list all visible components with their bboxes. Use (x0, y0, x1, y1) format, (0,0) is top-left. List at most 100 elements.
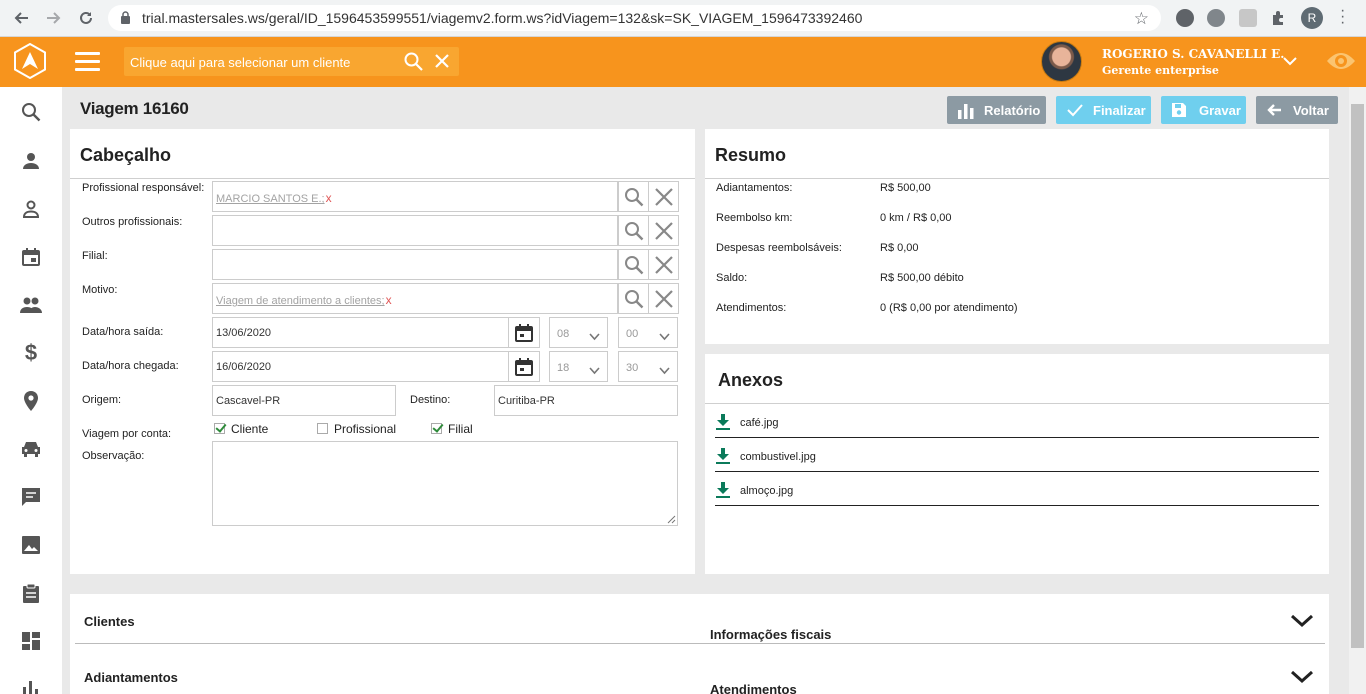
car-icon[interactable] (20, 438, 42, 460)
eye-icon[interactable] (1326, 50, 1356, 77)
extension-icon[interactable] (1176, 9, 1194, 27)
despesas-value: R$ 0,00 (880, 242, 919, 254)
image-icon[interactable] (20, 534, 42, 556)
search-icon[interactable] (618, 215, 649, 246)
adiantamentos-label: Adiantamentos: (716, 182, 793, 194)
dashboard-icon[interactable] (20, 630, 42, 652)
voltar-label: Voltar (1293, 102, 1329, 118)
close-icon[interactable] (648, 215, 679, 246)
address-bar[interactable]: trial.mastersales.ws/geral/ID_1596453599… (108, 5, 1161, 31)
profissional-checkbox[interactable] (317, 423, 328, 434)
chegada-date-input[interactable]: 16/06/2020 (212, 351, 509, 382)
dollar-icon[interactable]: $ (20, 340, 42, 365)
calendar-icon[interactable] (508, 351, 540, 382)
saida-hour-select[interactable]: 08 (549, 317, 608, 348)
finalizar-label: Finalizar (1093, 102, 1146, 118)
saldo-value: R$ 500,00 débito (880, 272, 964, 284)
search-icon[interactable] (618, 283, 649, 314)
search-icon[interactable] (618, 249, 649, 280)
destino-value: Curitiba-PR (498, 395, 555, 407)
chevron-down-icon[interactable] (1290, 614, 1314, 633)
motivo-field[interactable]: Viagem de atendimento a clientes;x (212, 283, 618, 314)
bar-chart-icon[interactable] (20, 676, 42, 694)
gravar-button[interactable]: Gravar (1161, 96, 1246, 124)
search-icon[interactable] (404, 52, 423, 76)
saida-min-value: 00 (626, 328, 639, 340)
extension-icon[interactable] (1207, 9, 1225, 27)
destino-input[interactable]: Curitiba-PR (494, 385, 678, 416)
voltar-button[interactable]: Voltar (1256, 96, 1338, 124)
observacao-textarea[interactable] (212, 441, 678, 526)
profile-avatar[interactable]: R (1301, 7, 1323, 29)
saida-date-input[interactable]: 13/06/2020 (212, 317, 509, 348)
search-icon[interactable] (20, 101, 42, 123)
close-icon[interactable] (648, 283, 679, 314)
reembolso-km-value: 0 km / R$ 0,00 (880, 212, 952, 224)
remove-profissional-icon[interactable]: x (326, 191, 332, 205)
resize-handle-icon[interactable] (667, 515, 676, 524)
profissional-value[interactable]: MARCIO SANTOS E.; (216, 193, 325, 205)
avatar[interactable] (1041, 41, 1082, 82)
browser-menu-icon[interactable]: · · · (1340, 3, 1345, 31)
relatorio-button[interactable]: Relatório (947, 96, 1046, 124)
outros-profissionais-field[interactable] (212, 215, 618, 246)
bookmark-star-icon[interactable]: ☆ (1134, 9, 1149, 29)
info-fiscais-accordion[interactable]: Informações fiscais (710, 627, 831, 642)
person-icon[interactable] (20, 150, 42, 172)
client-search[interactable]: Clique aqui para selecionar um cliente (124, 47, 459, 76)
filial-checkbox[interactable] (431, 423, 442, 434)
chegada-min-value: 30 (626, 362, 639, 374)
logo-icon[interactable] (12, 42, 48, 80)
divider (715, 437, 1319, 438)
page-scrollbar[interactable] (1349, 87, 1366, 694)
origem-input[interactable]: Cascavel-PR (212, 385, 396, 416)
chevron-down-icon[interactable] (1283, 53, 1297, 71)
clientes-accordion[interactable]: Clientes (84, 614, 135, 629)
download-icon[interactable] (716, 414, 730, 435)
clipboard-icon[interactable] (20, 582, 42, 604)
person-outline-icon[interactable] (20, 198, 42, 220)
reload-icon[interactable] (74, 7, 98, 29)
scrollbar-thumb[interactable] (1351, 104, 1364, 648)
forward-arrow-icon[interactable] (42, 7, 66, 29)
calendar-icon[interactable] (20, 246, 42, 268)
extension-icon[interactable] (1239, 9, 1257, 27)
search-icon[interactable] (618, 181, 649, 212)
chevron-down-icon[interactable] (1290, 670, 1314, 689)
destino-label: Destino: (410, 394, 451, 406)
group-icon[interactable] (20, 294, 42, 316)
profissional-field[interactable]: MARCIO SANTOS E.;x (212, 181, 618, 212)
download-icon[interactable] (716, 448, 730, 469)
browser-toolbar: trial.mastersales.ws/geral/ID_1596453599… (0, 0, 1366, 37)
finalizar-button[interactable]: Finalizar (1056, 96, 1151, 124)
chegada-hour-select[interactable]: 18 (549, 351, 608, 382)
motivo-label: Motivo: (82, 284, 118, 296)
menu-icon[interactable] (75, 52, 100, 72)
download-icon[interactable] (716, 482, 730, 503)
location-icon[interactable] (20, 390, 42, 412)
attachment-name[interactable]: almoço.jpg (740, 485, 793, 497)
bar-chart-icon (957, 102, 975, 122)
calendar-icon[interactable] (508, 317, 540, 348)
attachment-name[interactable]: café.jpg (740, 417, 779, 429)
adiantamentos-accordion[interactable]: Adiantamentos (84, 670, 178, 685)
resumo-title: Resumo (715, 145, 787, 165)
clear-icon[interactable] (434, 53, 450, 74)
close-icon[interactable] (648, 181, 679, 212)
user-name[interactable]: ROGERIO S. CAVANELLI E. (1102, 47, 1284, 61)
motivo-value[interactable]: Viagem de atendimento a clientes; (216, 295, 385, 307)
close-icon[interactable] (648, 249, 679, 280)
filial-field[interactable] (212, 249, 618, 280)
atendimentos-label: Atendimentos: (716, 302, 787, 314)
atendimentos-accordion[interactable]: Atendimentos (710, 682, 797, 694)
attachment-name[interactable]: combustivel.jpg (740, 451, 816, 463)
saida-min-select[interactable]: 00 (618, 317, 678, 348)
adiantamentos-value: R$ 500,00 (880, 182, 931, 194)
chegada-min-select[interactable]: 30 (618, 351, 678, 382)
puzzle-icon[interactable] (1270, 9, 1288, 27)
profissional-checkbox-label: Profissional (334, 422, 397, 436)
cliente-checkbox[interactable] (214, 423, 225, 434)
remove-motivo-icon[interactable]: x (386, 293, 392, 307)
back-arrow-icon[interactable] (9, 7, 33, 29)
chat-icon[interactable] (20, 486, 42, 508)
